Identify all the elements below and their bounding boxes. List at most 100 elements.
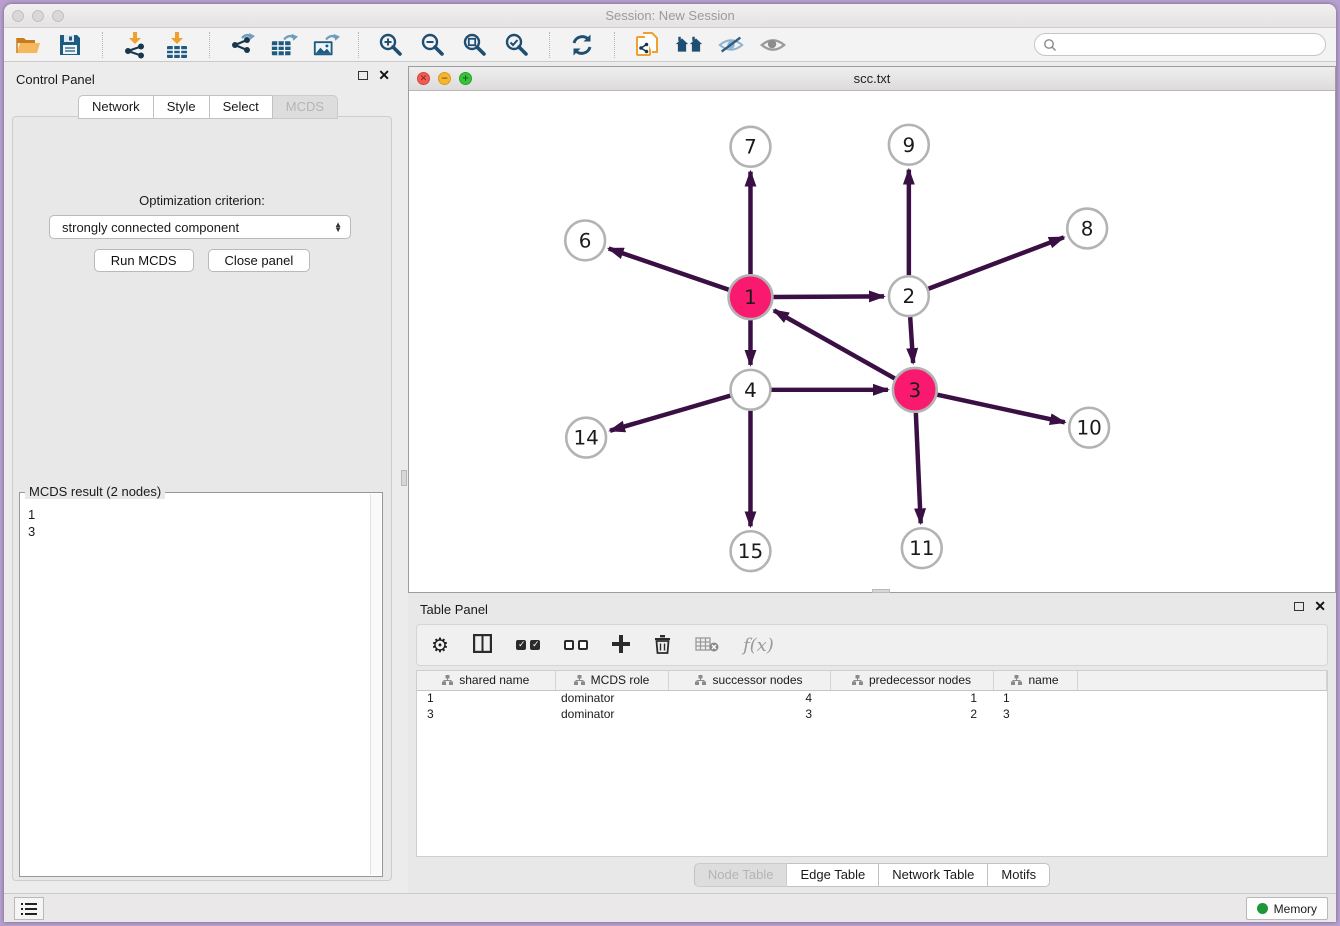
column-header-predecessor-nodes[interactable]: predecessor nodes — [830, 671, 993, 690]
main-toolbar — [4, 28, 1336, 62]
close-panel-button[interactable]: Close panel — [208, 249, 311, 272]
column-type-icon — [442, 674, 453, 688]
table-tabs: Node TableEdge TableNetwork TableMotifs — [408, 863, 1336, 887]
table-row[interactable]: 1dominator411 — [417, 690, 1327, 706]
export-network-icon[interactable] — [228, 31, 256, 59]
column-header-successor-nodes[interactable]: successor nodes — [668, 671, 830, 690]
float-table-panel-icon[interactable] — [1294, 602, 1304, 611]
tab-mcds[interactable]: MCDS — [273, 95, 338, 119]
deselect-all-checkboxes-icon[interactable] — [564, 640, 588, 650]
control-panel: Control Panel ✕ NetworkStyleSelectMCDS O… — [4, 62, 400, 893]
edge-4-14[interactable] — [610, 396, 730, 431]
export-table-icon[interactable] — [270, 31, 298, 59]
network-window-titlebar[interactable]: ✕ − + scc.txt — [409, 67, 1335, 91]
toolbar-separator — [102, 32, 103, 58]
table-panel: Table Panel ✕ ⚙ f(x) shared n — [408, 593, 1336, 893]
apply-function-icon[interactable]: f(x) — [743, 635, 774, 656]
hide-selected-icon[interactable] — [717, 31, 745, 59]
tab-style[interactable]: Style — [154, 95, 210, 119]
column-header-filler — [1077, 671, 1327, 690]
tab-edge-table[interactable]: Edge Table — [787, 863, 879, 887]
tab-select[interactable]: Select — [210, 95, 273, 119]
tab-network-table[interactable]: Network Table — [879, 863, 988, 887]
table-body: 1dominator4113dominator323 — [417, 690, 1327, 722]
edge-3-10[interactable] — [937, 395, 1065, 423]
delete-column-icon[interactable] — [654, 634, 671, 657]
table-row[interactable]: 3dominator323 — [417, 706, 1327, 722]
zoom-in-icon[interactable] — [377, 31, 405, 59]
table-cell[interactable]: 1 — [417, 690, 555, 706]
column-header-shared-name[interactable]: shared name — [417, 671, 555, 690]
panel-splitter[interactable] — [400, 62, 408, 893]
table-cell[interactable]: 3 — [993, 706, 1077, 722]
mcds-result-box: MCDS result (2 nodes) 13 — [19, 492, 383, 877]
settings-gear-icon[interactable]: ⚙ — [431, 633, 449, 658]
table-panel-title: Table Panel — [420, 602, 488, 617]
result-line: 1 — [28, 506, 370, 523]
edge-1-6[interactable] — [609, 248, 729, 289]
zoom-out-icon[interactable] — [419, 31, 447, 59]
memory-button[interactable]: Memory — [1246, 897, 1328, 920]
zoom-fit-icon[interactable] — [461, 31, 489, 59]
edge-3-1[interactable] — [774, 310, 895, 378]
dropdown-value: strongly connected component — [62, 220, 334, 235]
tab-motifs[interactable]: Motifs — [988, 863, 1050, 887]
search-box[interactable] — [1034, 33, 1326, 56]
app-window: Session: New Session — [4, 4, 1336, 922]
split-columns-icon[interactable] — [473, 634, 492, 656]
select-all-checkboxes-icon[interactable] — [516, 640, 540, 650]
save-session-icon[interactable] — [56, 31, 84, 59]
close-panel-icon[interactable]: ✕ — [378, 70, 390, 80]
list-icon — [21, 903, 37, 915]
toolbar-separator — [549, 32, 550, 58]
edge-2-8[interactable] — [928, 237, 1063, 288]
export-image-icon[interactable] — [312, 31, 340, 59]
table-cell[interactable]: 3 — [417, 706, 555, 722]
tab-node-table[interactable]: Node Table — [694, 863, 788, 887]
run-mcds-button[interactable]: Run MCDS — [94, 249, 194, 272]
open-folder-icon[interactable] — [14, 31, 42, 59]
network-window-title: scc.txt — [409, 71, 1335, 86]
import-network-icon[interactable] — [121, 31, 149, 59]
refresh-view-icon[interactable] — [568, 31, 596, 59]
close-table-panel-icon[interactable]: ✕ — [1314, 601, 1326, 611]
edge-3-11[interactable] — [916, 413, 921, 524]
table-header-row: shared nameMCDS rolesuccessor nodesprede… — [417, 671, 1327, 690]
edge-1-2[interactable] — [773, 296, 884, 297]
toolbar-separator — [209, 32, 210, 58]
edge-2-3[interactable] — [910, 317, 913, 363]
table-cell[interactable]: dominator — [555, 706, 668, 722]
optimization-criterion-label: Optimization criterion: — [13, 193, 391, 208]
column-type-icon — [574, 674, 585, 688]
column-header-name[interactable]: name — [993, 671, 1077, 690]
optimization-criterion-dropdown[interactable]: strongly connected component ▲▼ — [49, 215, 351, 239]
table-cell[interactable]: 1 — [830, 690, 993, 706]
import-table-icon[interactable] — [163, 31, 191, 59]
show-all-icon[interactable] — [759, 31, 787, 59]
copy-network-icon[interactable] — [633, 31, 661, 59]
column-header-MCDS-role[interactable]: MCDS role — [555, 671, 668, 690]
table-cell[interactable]: 3 — [668, 706, 830, 722]
zoom-selected-icon[interactable] — [503, 31, 531, 59]
table-cell[interactable]: 4 — [668, 690, 830, 706]
first-neighbors-icon[interactable] — [675, 31, 703, 59]
add-column-icon[interactable] — [612, 635, 630, 656]
node-label-10: 10 — [1076, 417, 1101, 440]
node-label-2: 2 — [903, 285, 916, 308]
search-input[interactable] — [1061, 38, 1317, 52]
app-title: Session: New Session — [4, 8, 1336, 23]
result-scrollbar[interactable] — [370, 494, 381, 875]
delete-table-icon[interactable] — [695, 636, 719, 655]
table-cell[interactable]: 1 — [993, 690, 1077, 706]
task-history-button[interactable] — [14, 897, 44, 920]
table-cell[interactable]: 2 — [830, 706, 993, 722]
table-cell[interactable]: dominator — [555, 690, 668, 706]
node-label-6: 6 — [579, 229, 592, 252]
tab-network[interactable]: Network — [78, 95, 154, 119]
node-table[interactable]: shared nameMCDS rolesuccessor nodesprede… — [416, 670, 1328, 857]
float-panel-icon[interactable] — [358, 71, 368, 80]
splitter-handle-icon[interactable] — [401, 470, 407, 486]
network-canvas[interactable]: 1234678910111415 — [409, 91, 1335, 592]
search-icon — [1043, 38, 1057, 52]
app-titlebar: Session: New Session — [4, 4, 1336, 28]
